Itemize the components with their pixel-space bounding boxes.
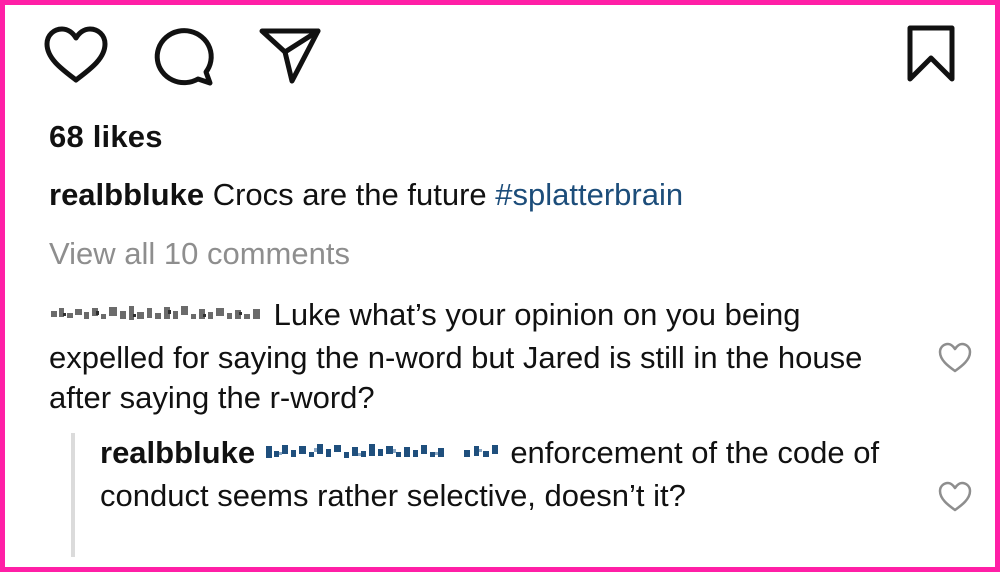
view-all-comments-link[interactable]: View all 10 comments <box>49 236 350 272</box>
caption-username[interactable]: realbbluke <box>49 177 204 212</box>
heart-outline-small-icon[interactable] <box>937 342 973 379</box>
heart-icon[interactable] <box>43 25 109 85</box>
comment-item: Luke what’s your opinion on you being ex… <box>49 295 909 418</box>
post-panel: 68 likes realbbluke Crocs are the future… <box>0 0 1000 572</box>
redacted-username[interactable] <box>49 298 265 338</box>
redacted-mention[interactable] <box>264 436 502 476</box>
reply-username[interactable]: realbbluke <box>100 435 255 470</box>
reply-thread-line <box>71 433 75 557</box>
paper-plane-icon[interactable] <box>258 25 322 85</box>
likes-count[interactable]: 68 likes <box>49 119 163 155</box>
bookmark-icon[interactable] <box>904 24 958 84</box>
reply-item: realbbluke enforcement of the code of co… <box>100 433 910 516</box>
heart-outline-small-icon[interactable] <box>937 481 973 518</box>
post-caption: realbbluke Crocs are the future #splatte… <box>49 177 683 213</box>
caption-hashtag[interactable]: #splatterbrain <box>495 177 683 212</box>
comment-icon[interactable] <box>151 25 217 87</box>
action-bar <box>5 5 995 105</box>
caption-text: Crocs are the future <box>212 177 487 212</box>
